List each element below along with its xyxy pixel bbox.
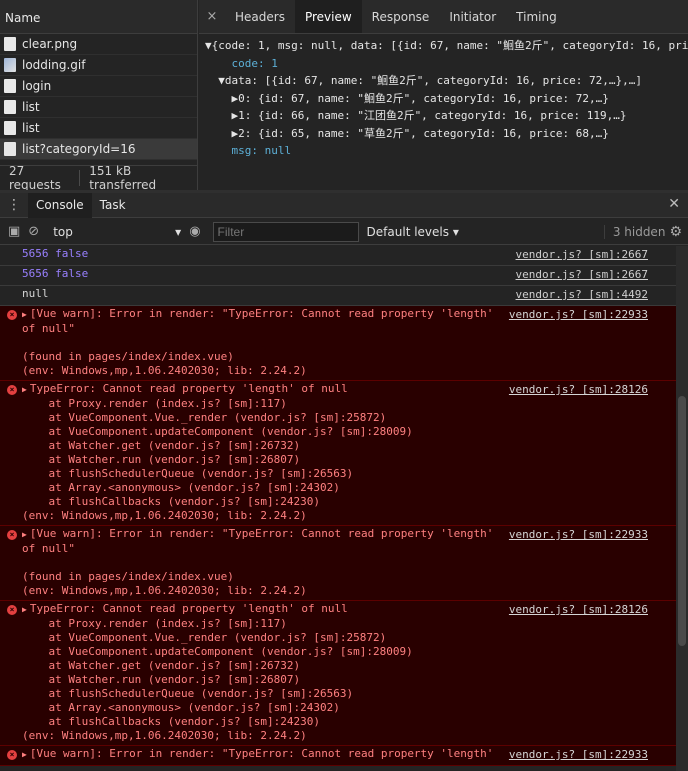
error-icon: × bbox=[7, 530, 17, 540]
json-preview: ▼{code: 1, msg: null, data: [{id: 67, na… bbox=[199, 34, 688, 160]
request-row[interactable]: clear.png bbox=[0, 34, 197, 55]
context-selector[interactable]: top ▾ bbox=[53, 225, 181, 239]
request-row[interactable]: list?categoryId=16 bbox=[0, 139, 197, 160]
console-error-message: × ▶ TypeError: Cannot read property 'lengt… bbox=[0, 381, 688, 526]
context-value: top bbox=[53, 224, 73, 239]
expand-triangle-icon[interactable]: ▶ bbox=[22, 310, 27, 319]
image-file-icon bbox=[4, 58, 16, 72]
name-column-header[interactable]: Name bbox=[0, 0, 197, 34]
close-icon[interactable]: × bbox=[199, 0, 225, 33]
eye-icon[interactable]: ◉ bbox=[189, 224, 200, 239]
console-log-message: 5656 false vendor.js? [sm]:2667 bbox=[0, 266, 688, 286]
console-error-message: × ▶ [Vue warn]: Error in render: "TypeErro… bbox=[0, 746, 688, 766]
log-number: 5656 bbox=[22, 267, 49, 280]
tab-task[interactable]: Task bbox=[92, 193, 134, 218]
source-link[interactable]: vendor.js? [sm]:2667 bbox=[516, 248, 648, 262]
preview-line: msg: null bbox=[205, 144, 292, 157]
request-count: 27 requests bbox=[9, 164, 61, 192]
filter-input[interactable] bbox=[212, 221, 359, 242]
source-link[interactable]: vendor.js? [sm]:2667 bbox=[516, 268, 648, 282]
error-icon: × bbox=[7, 605, 17, 615]
preview-line[interactable]: ▶1: {id: 66, name: "江团鱼2斤", categoryId: … bbox=[205, 107, 688, 125]
hidden-count: 3 hidden bbox=[603, 224, 665, 239]
preview-line[interactable]: ▶2: {id: 65, name: "草鱼2斤", categoryId: 1… bbox=[205, 125, 688, 143]
console-error-message: × ▶ TypeError: Cannot read property 'lengt… bbox=[0, 601, 688, 746]
console-error-message: × ▶ [Vue warn]: Error in render: "TypeErro… bbox=[0, 306, 688, 381]
request-list: Name clear.png lodding.gif login list list li… bbox=[0, 0, 198, 192]
message-text: [Vue warn]: Error in render: "TypeError:… bbox=[22, 527, 494, 597]
tab-response[interactable]: Response bbox=[362, 0, 440, 33]
drawer-menu-icon[interactable]: ⋮ bbox=[0, 197, 28, 213]
document-file-icon bbox=[4, 79, 16, 93]
detail-tabs: × Headers Preview Response Initiator Timing bbox=[199, 0, 688, 34]
request-name: clear.png bbox=[22, 36, 78, 51]
network-panel: Name clear.png lodding.gif login list list li… bbox=[0, 0, 688, 192]
tab-headers[interactable]: Headers bbox=[225, 0, 295, 33]
log-number: 5656 bbox=[22, 247, 49, 260]
message-text: null bbox=[22, 287, 49, 300]
document-file-icon bbox=[4, 142, 16, 156]
message-text: false bbox=[48, 267, 89, 280]
document-file-icon bbox=[4, 121, 16, 135]
expand-triangle-icon[interactable]: ▶ bbox=[22, 385, 27, 394]
console-error-message: × ▶ [Vue warn]: Error in render: "TypeErro… bbox=[0, 526, 688, 601]
levels-label: Default levels bbox=[366, 224, 449, 239]
document-file-icon bbox=[4, 37, 16, 51]
request-name: list bbox=[22, 99, 40, 114]
message-text: TypeError: Cannot read property 'length'… bbox=[22, 602, 413, 742]
tab-console[interactable]: Console bbox=[28, 192, 92, 218]
document-file-icon bbox=[4, 100, 16, 114]
scrollbar[interactable] bbox=[676, 246, 688, 771]
gear-icon[interactable]: ⚙ bbox=[669, 224, 682, 240]
message-text: [Vue warn]: Error in render: "TypeError:… bbox=[22, 307, 494, 377]
console-log-message: null vendor.js? [sm]:4492 bbox=[0, 286, 688, 306]
request-row[interactable]: list bbox=[0, 97, 197, 118]
levels-dropdown[interactable]: Default levels ▾ bbox=[367, 225, 459, 239]
source-link[interactable]: vendor.js? [sm]:22933 bbox=[509, 748, 648, 762]
error-icon: × bbox=[7, 750, 17, 760]
request-name: list?categoryId=16 bbox=[22, 141, 136, 156]
error-icon: × bbox=[7, 385, 17, 395]
tab-timing[interactable]: Timing bbox=[506, 0, 567, 33]
preview-line[interactable]: ▼data: [{id: 67, name: "鮰鱼2斤", categoryI… bbox=[205, 72, 688, 90]
request-name: login bbox=[22, 78, 52, 93]
network-summary: 27 requests 151 kB transferred bbox=[0, 164, 198, 192]
tab-initiator[interactable]: Initiator bbox=[439, 0, 506, 33]
close-drawer-icon[interactable]: ✕ bbox=[668, 196, 680, 212]
clear-console-icon[interactable]: ⊘ bbox=[28, 224, 39, 239]
console-toolbar: ▣ ⊘ top ▾ ◉ Default levels ▾ 3 hidden ⚙ bbox=[0, 219, 688, 245]
sidebar-toggle-icon[interactable]: ▣ bbox=[8, 224, 20, 239]
preview-line[interactable]: ▶0: {id: 67, name: "鮰鱼2斤", categoryId: 1… bbox=[205, 90, 688, 108]
request-row[interactable]: login bbox=[0, 76, 197, 97]
request-row[interactable]: list bbox=[0, 118, 197, 139]
source-link[interactable]: vendor.js? [sm]:4492 bbox=[516, 288, 648, 302]
request-name: lodding.gif bbox=[22, 57, 86, 72]
expand-triangle-icon[interactable]: ▶ bbox=[22, 530, 27, 539]
source-link[interactable]: vendor.js? [sm]:22933 bbox=[509, 528, 648, 542]
transferred-size: 151 kB transferred bbox=[89, 164, 157, 192]
error-icon: × bbox=[7, 310, 17, 320]
request-row[interactable]: lodding.gif bbox=[0, 55, 197, 76]
source-link[interactable]: vendor.js? [sm]:22933 bbox=[509, 308, 648, 322]
source-link[interactable]: vendor.js? [sm]:28126 bbox=[509, 603, 648, 617]
drawer-tabs: ⋮ Console Task ✕ bbox=[0, 192, 688, 218]
message-text: false bbox=[48, 247, 89, 260]
message-text: [Vue warn]: Error in render: "TypeError:… bbox=[29, 747, 494, 760]
source-link[interactable]: vendor.js? [sm]:28126 bbox=[509, 383, 648, 397]
console-log-message: 5656 false vendor.js? [sm]:2667 bbox=[0, 246, 688, 266]
request-name: list bbox=[22, 120, 40, 135]
preview-line: code: 1 bbox=[205, 56, 278, 70]
request-detail: × Headers Preview Response Initiator Timing … bbox=[199, 0, 688, 190]
chevron-down-icon: ▾ bbox=[175, 224, 182, 239]
console-output: 5656 false vendor.js? [sm]:2667 5656 false… bbox=[0, 246, 688, 771]
tab-preview[interactable]: Preview bbox=[294, 0, 362, 33]
preview-line[interactable]: ▼{code: 1, msg: null, data: [{id: 67, na… bbox=[205, 37, 688, 55]
expand-triangle-icon[interactable]: ▶ bbox=[22, 750, 27, 759]
message-text: TypeError: Cannot read property 'length'… bbox=[22, 382, 413, 522]
scrollbar-thumb[interactable] bbox=[678, 396, 686, 646]
expand-triangle-icon[interactable]: ▶ bbox=[22, 605, 27, 614]
